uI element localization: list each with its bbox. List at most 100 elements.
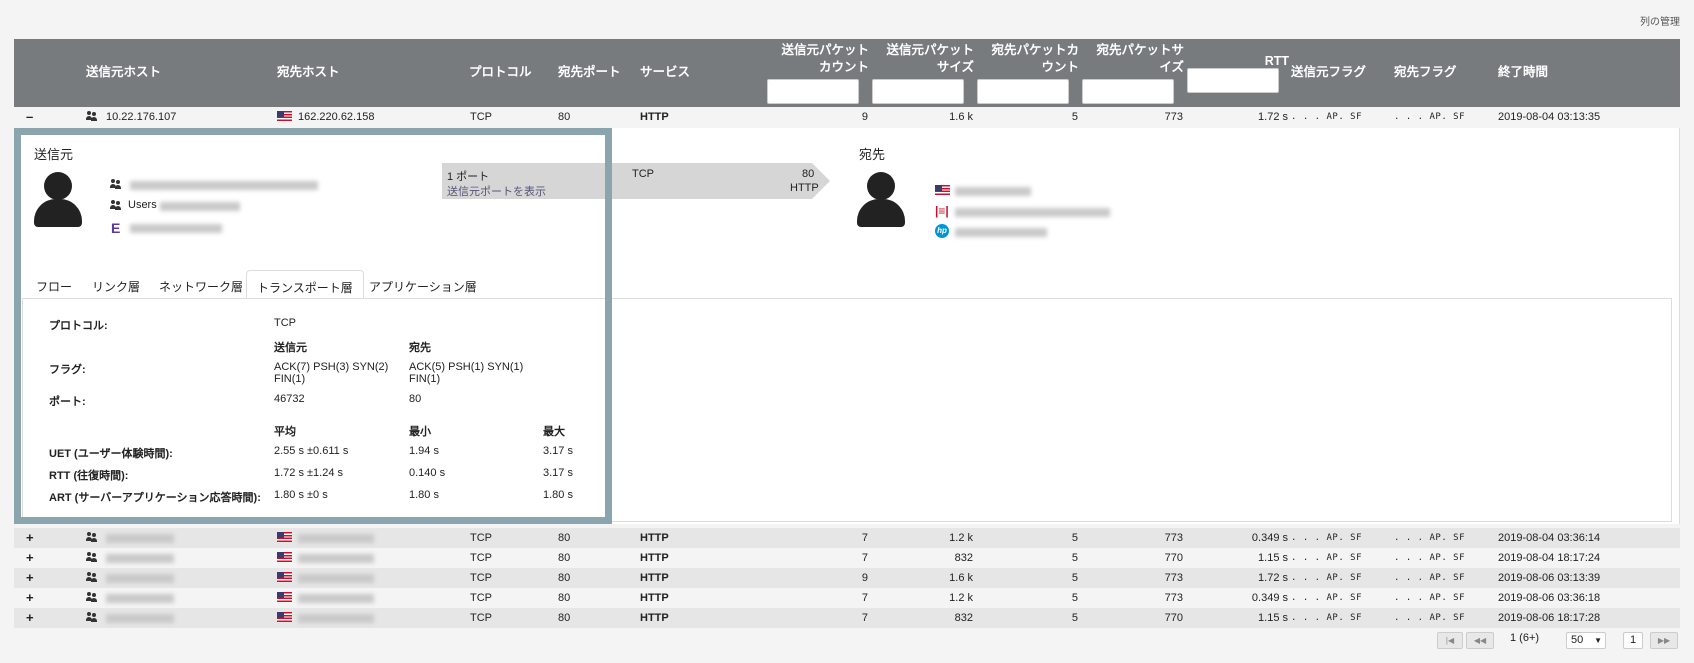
src-pkt-count: 7 [861,592,868,604]
filter-dst-pkt-size[interactable] [1082,79,1174,104]
table-row[interactable]: + TCP 80 HTTP 7 1.2 k 5 773 0.349 s. . . AP. SF.… [14,588,1680,608]
filter-src-pkt-count[interactable] [767,79,859,104]
redacted-src-host [106,574,174,583]
end-time: 2019-08-06 18:17:28 [1498,612,1601,624]
table-row[interactable]: + TCP 80 HTTP 7 832 5 770 1.15 s. . . AP. SF. . … [14,608,1680,628]
col-dst-flag[interactable]: 宛先フラグ [1394,64,1457,81]
redacted-dst-host [298,534,374,543]
col-src-pkt-count[interactable]: 送信元パケット カウント [749,42,869,76]
page-info: 1 (6+) [1510,632,1540,644]
col-src-host[interactable]: 送信元ホスト [86,64,161,81]
us-flag-icon [935,185,950,197]
us-flag-icon [277,107,292,127]
col-dst-port[interactable]: 宛先ポート [558,64,621,81]
rtt: 0.349 s [1251,532,1288,544]
group-icon [86,568,98,588]
dst-pkt-size: 773 [1164,572,1183,584]
page-size-select[interactable]: 50 ▼ [1566,632,1606,649]
group-icon [86,588,98,608]
expand-toggle[interactable]: + [26,548,34,568]
redacted-dst-host [955,208,1110,217]
dst-pkt-count: 5 [1071,532,1078,544]
us-flag-icon [277,528,292,548]
dst-pkt-size: 770 [1164,552,1183,564]
protocol: TCP [470,592,492,604]
rtt: 1.72 s [1258,572,1288,584]
protocol: TCP [470,612,492,624]
expand-toggle[interactable]: + [26,528,34,548]
table-row[interactable]: + TCP 80 HTTP 9 1.6 k 5 773 1.72 s. . . AP. SF. … [14,568,1680,588]
dst-pkt-count: 5 [1071,612,1078,624]
src-pkt-count: 7 [861,612,868,624]
col-dst-pkt-count[interactable]: 宛先パケットカ ウント [959,42,1079,76]
redacted-dst-ip [955,187,1031,196]
filter-dst-pkt-count[interactable] [977,79,1069,104]
dst-port: 80 [558,592,571,604]
redacted-dst-device [955,228,1047,237]
dst-pkt-size: 773 [1164,111,1183,123]
service: HTTP [640,532,669,544]
dst-host[interactable]: 162.220.62.158 [298,107,374,127]
dst-flag: . . . AP. SF [1394,573,1466,583]
filter-rtt[interactable] [1187,68,1279,93]
arrow-port: 80 [802,168,815,180]
expand-toggle[interactable]: + [26,608,34,628]
prev-page-button[interactable]: ◀◀ [1466,632,1494,649]
src-pkt-size: 1.2 k [949,592,973,604]
dst-port: 80 [558,532,571,544]
redacted-dst-host [298,554,374,563]
src-pkt-size: 1.2 k [949,532,973,544]
dst-pkt-size: 770 [1164,612,1183,624]
source-highlight-frame [14,128,612,524]
next-page-button[interactable]: ▶▶ [1650,632,1678,649]
src-pkt-size: 1.6 k [949,111,973,123]
dst-flag: . . . AP. SF [1394,613,1466,623]
src-pkt-count: 9 [861,111,868,123]
chevron-down-icon: ▼ [1594,636,1602,645]
service: HTTP [640,111,669,123]
col-protocol[interactable]: プロトコル [469,64,532,81]
rtt: 1.72 s [1258,111,1288,123]
dst-pkt-size: 773 [1164,532,1183,544]
service: HTTP [640,592,669,604]
col-service[interactable]: サービス [640,64,690,81]
table-row-expanded[interactable]: – 10.22.176.107 162.220.62.158 TCP 80 HT… [14,107,1680,127]
table-row[interactable]: + TCP 80 HTTP 7 832 5 770 1.15 s. . . AP. SF. . … [14,548,1680,568]
service: HTTP [640,552,669,564]
end-time: 2019-08-06 03:36:18 [1498,592,1601,604]
expand-toggle[interactable]: + [26,568,34,588]
src-pkt-size: 832 [954,552,973,564]
col-end-time[interactable]: 終了時間 [1498,64,1548,81]
table-row[interactable]: + TCP 80 HTTP 7 1.2 k 5 773 0.349 s. . . AP. SF.… [14,528,1680,548]
isp-logo-icon: |≡| [935,204,949,218]
us-flag-icon [277,568,292,588]
collapse-toggle[interactable]: – [26,107,33,127]
filter-src-pkt-size[interactable] [872,79,964,104]
rtt: 1.15 s [1258,612,1288,624]
col-src-pkt-size[interactable]: 送信元パケット サイズ [854,42,974,76]
redacted-src-host [106,594,174,603]
dst-port: 80 [558,612,571,624]
redacted-src-host [106,554,174,563]
arrow-service: HTTP [790,182,819,194]
src-flag: . . . AP. SF [1291,593,1363,603]
group-icon [86,548,98,568]
redacted-dst-host [298,614,374,623]
manage-columns-link[interactable]: 列の管理 [1640,13,1680,28]
first-page-button[interactable]: |◀ [1437,632,1463,649]
src-pkt-count: 9 [861,572,868,584]
dst-flag: . . . AP. SF [1394,112,1466,122]
src-host[interactable]: 10.22.176.107 [106,107,176,127]
dst-port: 80 [558,572,571,584]
src-pkt-count: 7 [861,532,868,544]
us-flag-icon [277,588,292,608]
table-header: 送信元ホスト 宛先ホスト プロトコル 宛先ポート サービス 送信元パケット カウン… [14,39,1680,107]
col-dst-host[interactable]: 宛先ホスト [277,64,340,81]
expand-toggle[interactable]: + [26,588,34,608]
page-number-input[interactable]: 1 [1623,632,1643,649]
col-src-flag[interactable]: 送信元フラグ [1291,64,1366,81]
redacted-dst-host [298,574,374,583]
us-flag-icon [277,608,292,628]
rtt: 1.15 s [1258,552,1288,564]
dst-pkt-count: 5 [1071,592,1078,604]
